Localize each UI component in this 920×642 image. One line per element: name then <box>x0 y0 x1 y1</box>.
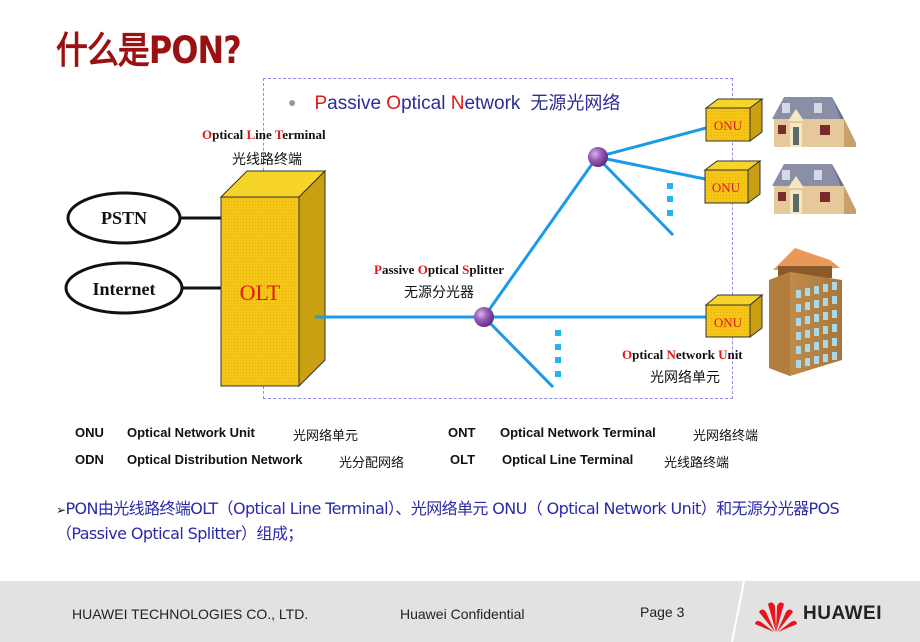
fiber-to-splitter-2 <box>482 156 599 318</box>
splitter-node-secondary <box>588 147 608 167</box>
footer-page-number: Page 3 <box>640 604 685 620</box>
pon-network-diagram: PSTN Internet OLT ONU ONU ONU <box>64 97 856 389</box>
olt-label-en: Optical Line Terminal <box>202 127 326 143</box>
accent-initial: L <box>246 127 256 142</box>
huawei-logo-icon <box>755 602 797 632</box>
glossary-full: Optical Network Terminal <box>500 425 656 440</box>
footer-brand-name: HUAWEI <box>803 603 882 624</box>
splitter-label-en: Passive Optical Splitter <box>374 262 504 278</box>
glossary-full: Optical Line Terminal <box>502 452 634 467</box>
olt-device-label: OLT <box>240 280 281 305</box>
olt-device: OLT <box>219 169 327 388</box>
footer-divider <box>731 581 745 642</box>
onu-label: ONU <box>712 180 741 195</box>
summary-text: PON由光线路终端OLT（Optical Line Terminal）、光网络单… <box>56 499 840 543</box>
label-text: nit <box>727 347 743 362</box>
glossary-abbr: ODN <box>75 452 104 467</box>
more-onu-dots-upper <box>667 183 673 216</box>
olt-label-cn: 光线路终端 <box>232 152 302 168</box>
internet-label: Internet <box>93 279 156 299</box>
accent-initial: O <box>622 347 633 362</box>
glossary-cn: 光网络终端 <box>693 429 759 444</box>
label-text: ptical <box>632 347 667 362</box>
glossary-abbr: OLT <box>450 452 476 467</box>
summary-paragraph: ➢PON由光线路终端OLT（Optical Line Terminal）、光网络… <box>56 497 886 545</box>
onu-label: ONU <box>714 315 743 330</box>
onu-device-3: ONU <box>704 293 764 338</box>
glossary-full: Optical Network Unit <box>127 425 255 440</box>
onu-device-2: ONU <box>703 160 762 204</box>
fiber-to-onu-1 <box>596 126 707 159</box>
office-building-icon <box>769 248 842 376</box>
glossary-cn: 光网络单元 <box>293 429 359 444</box>
glossary-item-onu: ONU Optical Network Unit 光网络单元 <box>75 425 358 444</box>
label-text: ptical <box>212 127 247 142</box>
accent-initial: N <box>666 347 676 362</box>
accent-initial: O <box>202 127 213 142</box>
onu-label-en: Optical Network Unit <box>622 347 743 363</box>
label-text: assive <box>381 262 418 277</box>
glossary-item-ont: ONT Optical Network Terminal 光网络终端 <box>448 425 758 444</box>
onu-label: ONU <box>714 118 743 133</box>
label-text: erminal <box>282 127 326 142</box>
fiber-branch-lower <box>482 315 555 389</box>
splitter-node-main <box>474 307 494 327</box>
pstn-cloud: PSTN <box>66 191 182 245</box>
onu-label-cn: 光网络单元 <box>650 370 720 386</box>
internet-cloud: Internet <box>64 261 184 315</box>
more-onu-dots-lower <box>555 330 561 377</box>
house-icon <box>772 164 856 214</box>
splitter-label-cn: 无源分光器 <box>404 285 474 301</box>
house-icon <box>772 97 856 147</box>
label-text: ine <box>255 127 275 142</box>
label-text: ptical <box>427 262 463 277</box>
glossary-cn: 光线路终端 <box>664 456 730 471</box>
footer-confidential: Huawei Confidential <box>400 606 525 622</box>
glossary-abbr: ONU <box>75 425 104 440</box>
onu-device-1: ONU <box>704 98 764 142</box>
glossary-item-olt: OLT Optical Line Terminal 光线路终端 <box>450 452 729 471</box>
label-text: plitter <box>469 262 505 277</box>
glossary-cn: 光分配网络 <box>339 456 405 471</box>
label-text: etwork <box>675 347 719 362</box>
pstn-label: PSTN <box>101 208 147 228</box>
glossary-item-odn: ODN Optical Distribution Network 光分配网络 <box>75 452 404 471</box>
accent-initial: O <box>417 262 428 277</box>
glossary-full: Optical Distribution Network <box>127 452 303 467</box>
glossary-abbr: ONT <box>448 425 476 440</box>
footer-company: HUAWEI TECHNOLOGIES CO., LTD. <box>72 606 309 622</box>
accent-initial: P <box>374 262 382 277</box>
